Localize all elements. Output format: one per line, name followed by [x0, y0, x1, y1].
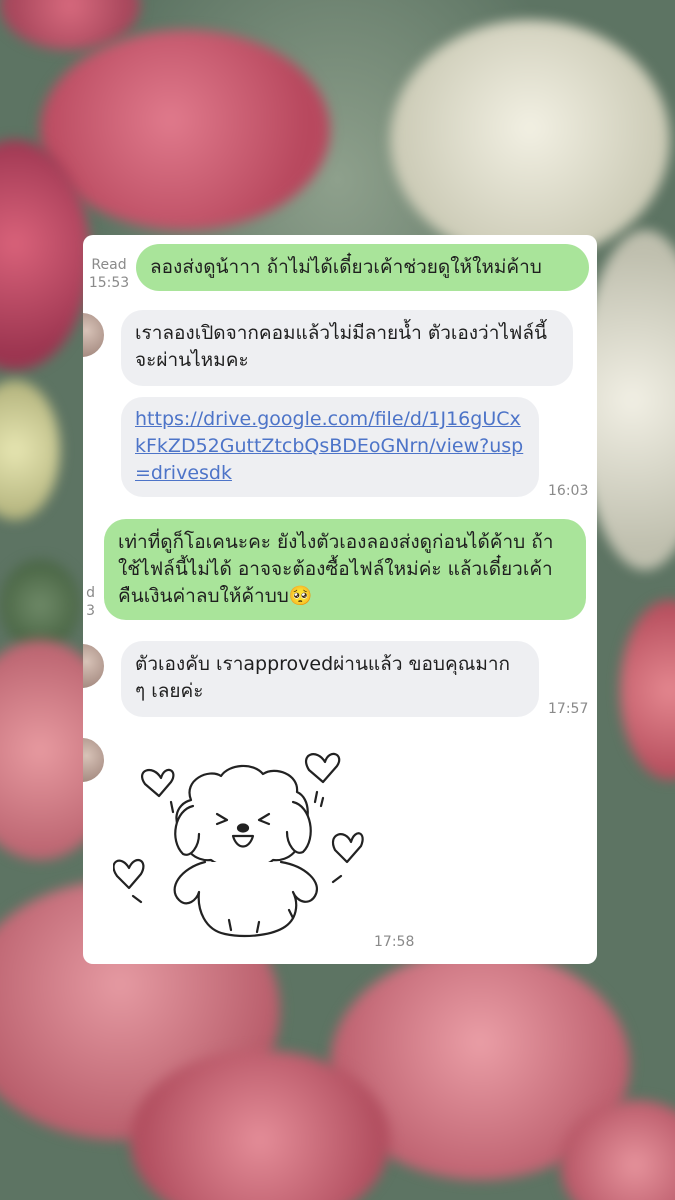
drive-link[interactable]: https://drive.google.com/file/d/1J16gUCx…	[135, 408, 523, 484]
read-receipt: Read 15:53	[87, 256, 131, 292]
message-bubble-sent[interactable]: เท่าที่ดูก็โอเคนะคะ ยังไงตัวเองลองส่งดูก…	[104, 519, 586, 620]
avatar[interactable]	[83, 737, 105, 783]
puppy-sticker-icon	[112, 752, 364, 938]
message-bubble-received[interactable]: เราลองเปิดจากคอมแล้วไม่มีลายน้ำ ตัวเองว่…	[121, 310, 573, 386]
message-bubble-sent[interactable]: ลองส่งดูน้าาา ถ้าไม่ได้เดี๋ยวเค้าช่วยดูใ…	[136, 244, 589, 291]
avatar[interactable]	[83, 643, 105, 689]
avatar[interactable]	[83, 312, 105, 358]
message-bubble-link: https://drive.google.com/file/d/1J16gUCx…	[121, 397, 539, 497]
puppy-hearts-sticker[interactable]	[112, 740, 373, 940]
read-status: Read	[91, 257, 127, 273]
message-time: 16:03	[548, 483, 589, 499]
message-time: 17:58	[374, 934, 415, 950]
message-bubble-received[interactable]: ตัวเองคับ เราapprovedผ่านแล้ว ขอบคุณมาก …	[121, 641, 539, 717]
chat-screenshot-card: Read 15:53 ลองส่งดูน้าาา ถ้าไม่ได้เดี๋ยว…	[83, 235, 597, 964]
message-time: 17:57	[548, 701, 589, 717]
cropped-read-receipt: d 3	[86, 585, 95, 619]
read-time: 15:53	[88, 275, 130, 291]
